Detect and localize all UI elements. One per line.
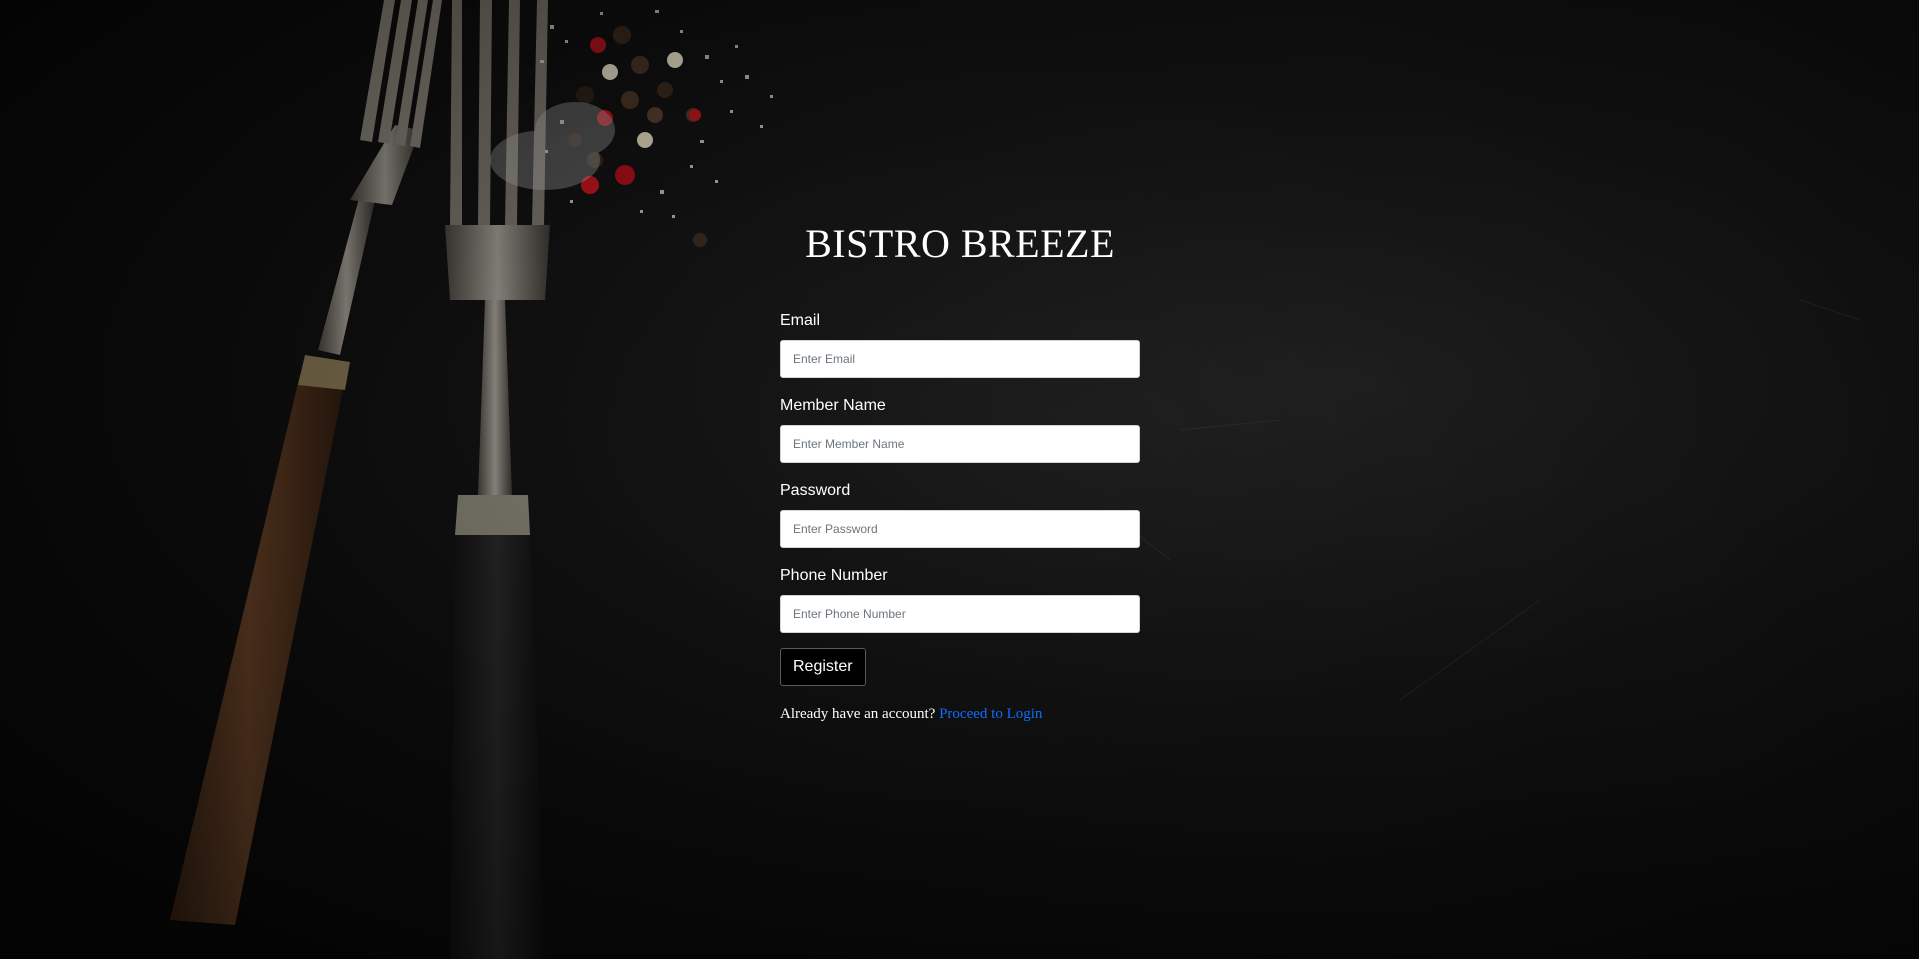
login-prompt-text: Already have an account? bbox=[780, 706, 936, 722]
email-label: Email bbox=[780, 312, 821, 329]
password-field[interactable] bbox=[780, 510, 1140, 548]
phone-number-field[interactable] bbox=[780, 595, 1140, 633]
page-title: BISTRO BREEZE bbox=[805, 221, 1115, 266]
register-button[interactable]: Register bbox=[780, 648, 866, 686]
password-label: Password bbox=[780, 482, 851, 499]
member-name-field[interactable] bbox=[780, 425, 1140, 463]
register-page: BISTRO BREEZE Email Member Name Password… bbox=[0, 0, 1919, 959]
email-field[interactable] bbox=[780, 340, 1140, 378]
register-form: Email Member Name Password Phone Number … bbox=[780, 312, 1140, 723]
proceed-to-login-link[interactable]: Proceed to Login bbox=[939, 706, 1042, 722]
member-name-label: Member Name bbox=[780, 397, 886, 414]
phone-number-label: Phone Number bbox=[780, 567, 888, 584]
login-prompt: Already have an account? Proceed to Logi… bbox=[780, 706, 1140, 723]
